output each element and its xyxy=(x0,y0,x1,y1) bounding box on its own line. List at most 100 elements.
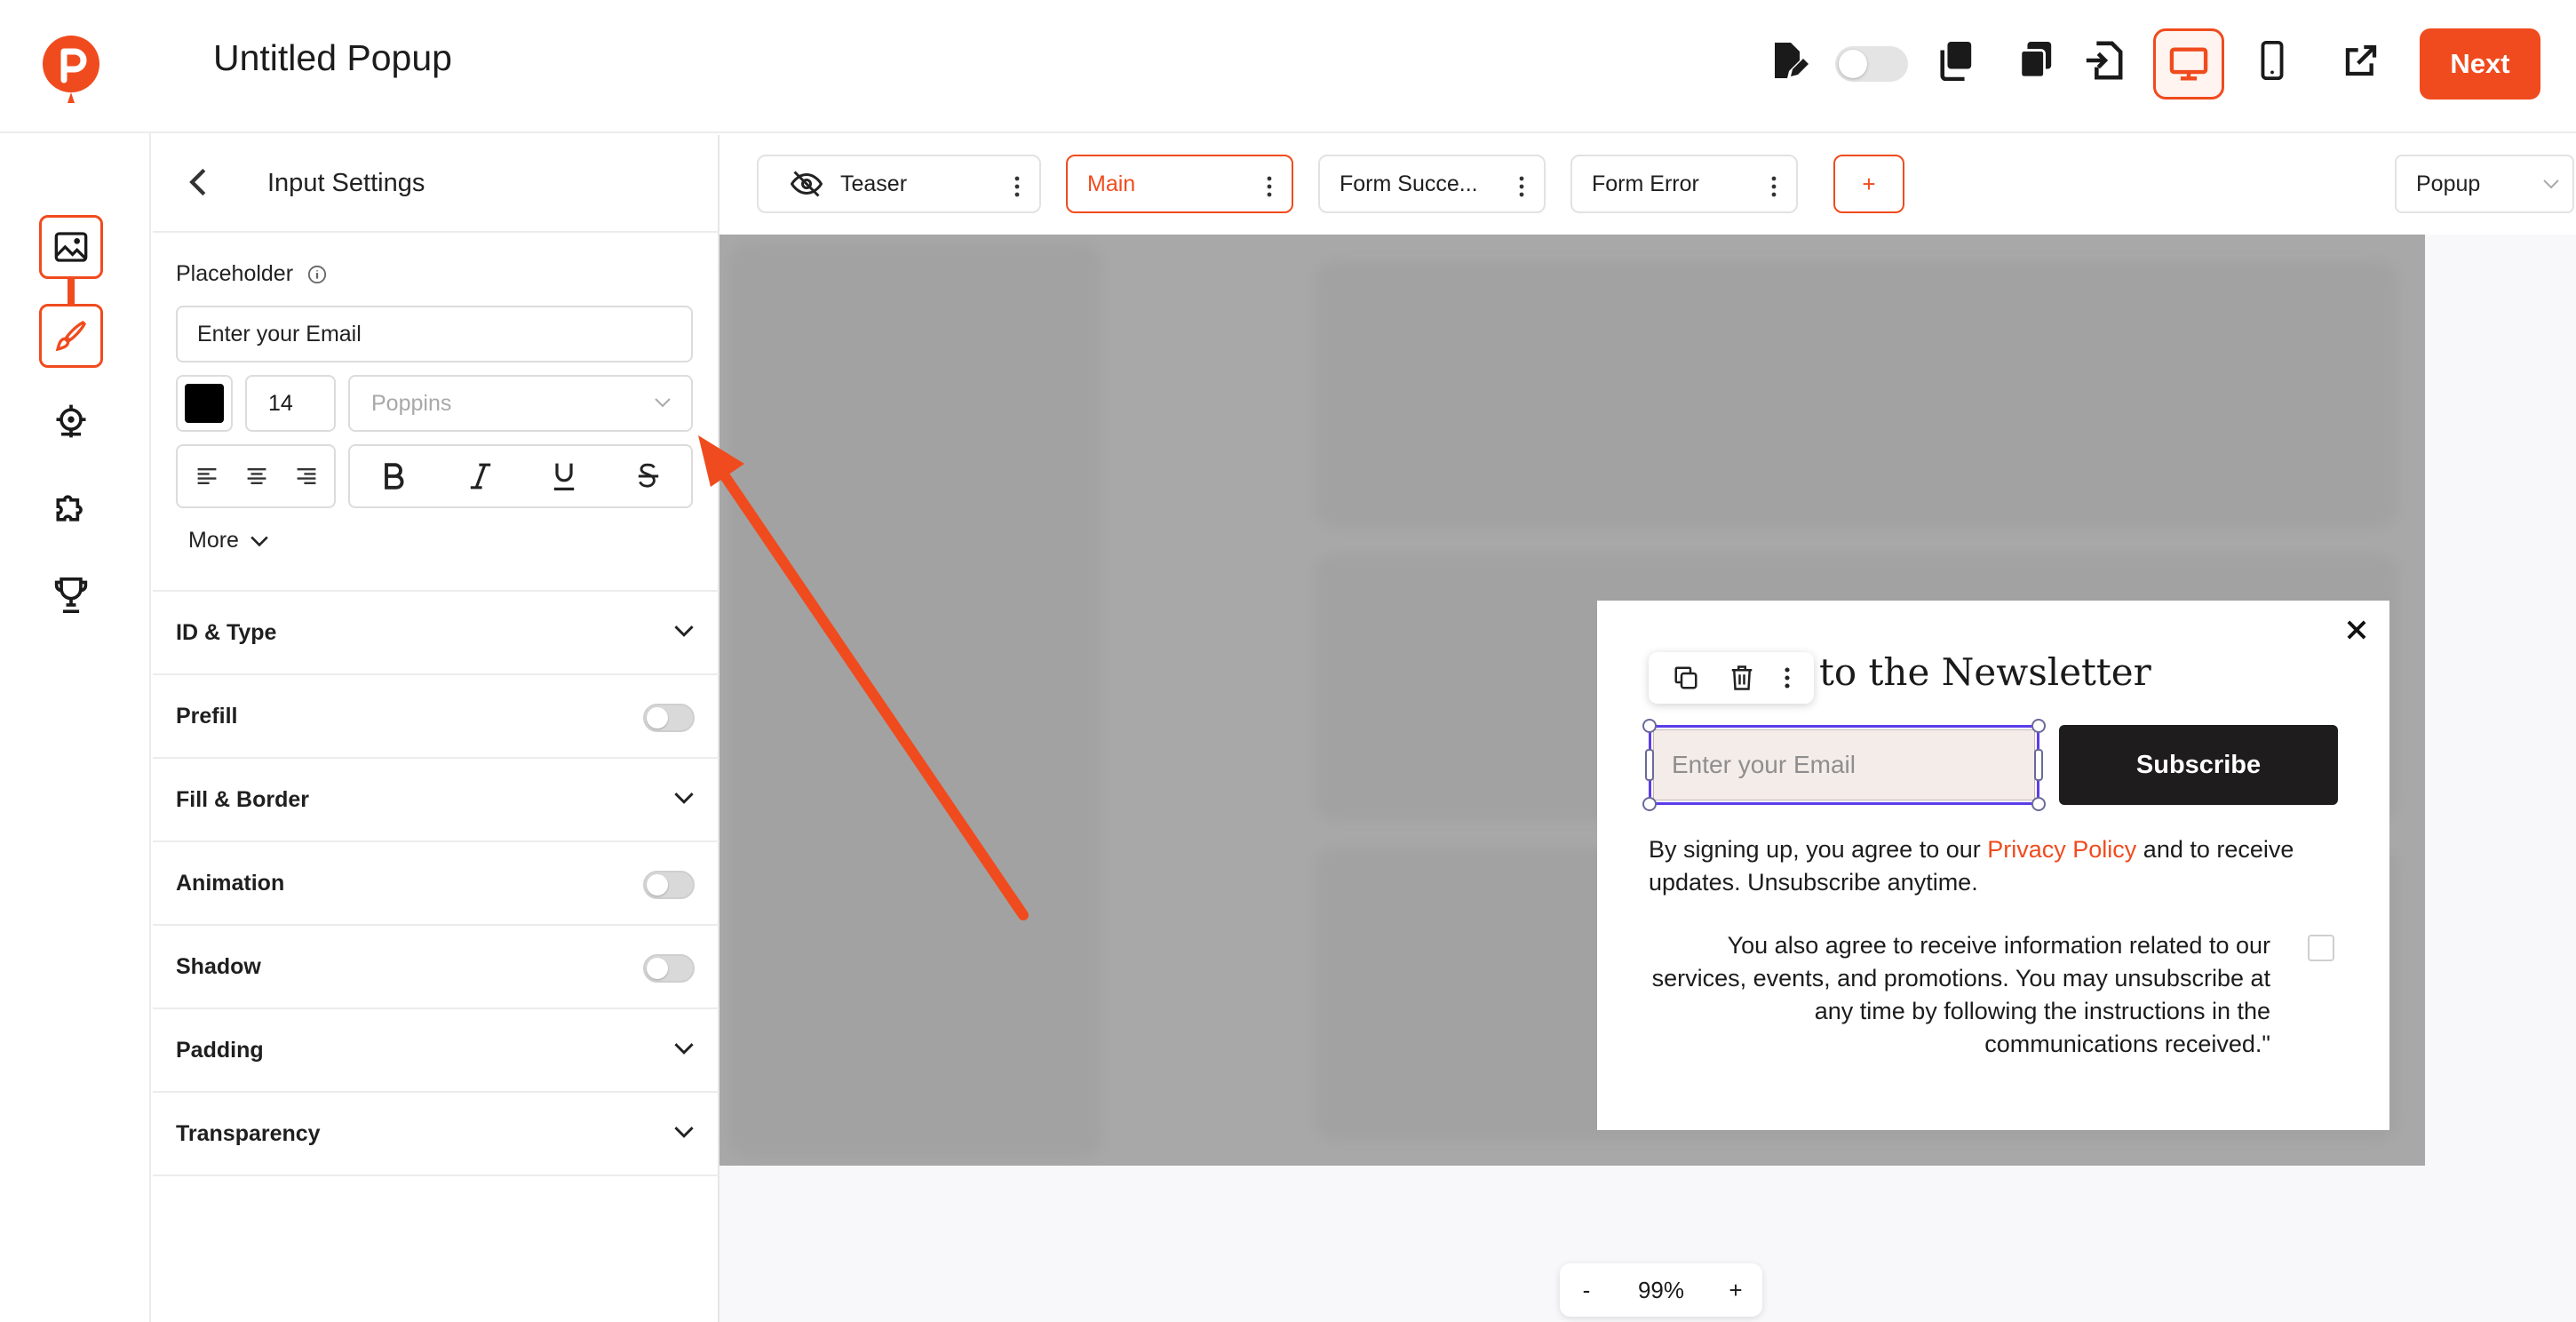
extra-consent-text: You also agree to receive information re… xyxy=(1651,932,2270,1057)
placeholder-input[interactable]: Enter your Email xyxy=(176,306,693,362)
underline-icon[interactable] xyxy=(553,462,576,490)
editor-canvas-area: Teaser Main Form Succe... Form Error + P… xyxy=(720,135,2576,1322)
italic-icon[interactable] xyxy=(469,462,492,490)
chevron-down-icon xyxy=(674,792,694,804)
duplicate-icon[interactable] xyxy=(2011,36,2061,85)
edit-doc-icon[interactable] xyxy=(1762,36,1812,85)
input-settings-panel: Input Settings Placeholder Enter your Em… xyxy=(153,135,720,1322)
tab-form-error[interactable]: Form Error xyxy=(1570,155,1798,213)
rail-targeting-button[interactable] xyxy=(39,389,103,453)
section-transparency[interactable]: Transparency xyxy=(153,1091,720,1175)
next-button[interactable]: Next xyxy=(2420,28,2540,100)
strikethrough-icon[interactable] xyxy=(636,462,661,490)
zoom-level: 99% xyxy=(1637,1276,1685,1303)
step-tabs: Teaser Main Form Succe... Form Error + P… xyxy=(720,135,2576,235)
resize-handle[interactable] xyxy=(2034,749,2043,781)
font-family-select[interactable]: Poppins xyxy=(348,375,693,432)
text-align-group xyxy=(176,444,336,508)
tab-teaser[interactable]: Teaser xyxy=(757,155,1041,213)
font-family-value: Poppins xyxy=(371,390,452,416)
section-prefill: Prefill xyxy=(153,673,720,757)
mobile-icon[interactable] xyxy=(2247,36,2297,85)
rail-goals-button[interactable] xyxy=(39,563,103,627)
duplicate-icon[interactable] xyxy=(1673,665,1699,691)
chevron-down-icon xyxy=(674,1127,694,1138)
rail-image-button[interactable] xyxy=(39,215,103,279)
chevron-down-icon xyxy=(674,1043,694,1055)
email-input-selection: Enter your Email xyxy=(1642,719,2046,811)
bold-icon[interactable] xyxy=(382,462,405,490)
resize-handle[interactable] xyxy=(2031,797,2046,811)
left-rail xyxy=(0,133,151,1322)
chevron-down-icon xyxy=(2543,179,2559,189)
eye-off-icon xyxy=(791,171,823,197)
align-right-icon[interactable] xyxy=(295,464,318,489)
trash-icon[interactable] xyxy=(1729,665,1754,691)
prefill-toggle[interactable] xyxy=(643,704,695,732)
section-id-type[interactable]: ID & Type xyxy=(153,590,720,673)
display-type-value: Popup xyxy=(2416,171,2481,196)
tab-main[interactable]: Main xyxy=(1066,155,1293,213)
preview-stage: to the Newsletter Enter your Email Subsc… xyxy=(720,235,2425,1166)
desktop-view-button[interactable] xyxy=(2153,28,2224,100)
more-options-toggle[interactable]: More xyxy=(188,528,269,553)
more-vertical-icon xyxy=(1014,176,1020,197)
privacy-policy-link[interactable]: Privacy Policy xyxy=(1987,836,2136,863)
align-left-icon[interactable] xyxy=(195,464,219,489)
more-vertical-icon[interactable] xyxy=(1785,666,1790,689)
resize-handle[interactable] xyxy=(2031,719,2046,733)
chevron-down-icon xyxy=(674,625,694,637)
element-toolbar xyxy=(1649,652,1814,704)
app-logo[interactable] xyxy=(39,32,103,107)
subscribe-button[interactable]: Subscribe xyxy=(2059,725,2338,805)
font-size-input[interactable]: 14 xyxy=(245,375,336,432)
panel-title: Input Settings xyxy=(267,169,425,197)
desktop-icon xyxy=(2169,47,2208,81)
rail-brush-button[interactable] xyxy=(39,304,103,368)
tab-form-success[interactable]: Form Succe... xyxy=(1318,155,1546,213)
puzzle-icon xyxy=(56,495,83,522)
rail-integrations-button[interactable] xyxy=(39,476,103,540)
preview-toggle[interactable] xyxy=(1835,46,1908,82)
section-label: Transparency xyxy=(176,1121,321,1146)
resize-handle[interactable] xyxy=(1642,719,1657,733)
target-icon xyxy=(56,404,86,438)
resize-handle[interactable] xyxy=(1645,749,1654,781)
section-fill-border[interactable]: Fill & Border xyxy=(153,757,720,840)
text-style-group xyxy=(348,444,693,508)
rail-connector xyxy=(68,277,75,304)
copy-icon[interactable] xyxy=(1931,36,1981,85)
background-block xyxy=(728,243,1101,1159)
close-icon[interactable] xyxy=(2345,618,2368,641)
popup-title[interactable]: Untitled Popup xyxy=(213,37,452,79)
info-icon[interactable] xyxy=(307,265,327,284)
divider xyxy=(153,1175,720,1176)
brush-icon xyxy=(55,320,87,352)
section-padding[interactable]: Padding xyxy=(153,1007,720,1091)
align-center-icon[interactable] xyxy=(245,464,268,489)
consent-prefix: By signing up, you agree to our xyxy=(1649,836,1988,863)
zoom-in-button[interactable]: + xyxy=(1709,1277,1762,1304)
email-input[interactable]: Enter your Email xyxy=(1653,729,2035,800)
display-type-select[interactable]: Popup xyxy=(2395,155,2574,213)
section-animation: Animation xyxy=(153,840,720,924)
popup-heading[interactable]: to the Newsletter xyxy=(1819,650,2151,694)
section-label: ID & Type xyxy=(176,620,277,645)
top-bar: Untitled Popup Next xyxy=(0,0,2576,133)
section-label: Animation xyxy=(176,871,285,896)
section-shadow: Shadow xyxy=(153,924,720,1007)
resize-handle[interactable] xyxy=(1642,797,1657,811)
shadow-toggle[interactable] xyxy=(643,954,695,983)
animation-toggle[interactable] xyxy=(643,871,695,899)
zoom-out-button[interactable]: - xyxy=(1560,1277,1613,1304)
extra-consent-checkbox[interactable] xyxy=(2308,935,2334,961)
add-tab-button[interactable]: + xyxy=(1833,155,1904,213)
text-color-picker[interactable] xyxy=(176,375,233,432)
chevron-down-icon xyxy=(655,398,671,408)
external-link-icon[interactable] xyxy=(2336,36,2386,85)
tab-label: Form Succe... xyxy=(1340,171,1478,196)
back-arrow-icon[interactable] xyxy=(188,167,208,197)
panel-header: Input Settings xyxy=(153,135,720,233)
import-icon[interactable] xyxy=(2079,36,2128,85)
more-vertical-icon xyxy=(1519,176,1524,197)
